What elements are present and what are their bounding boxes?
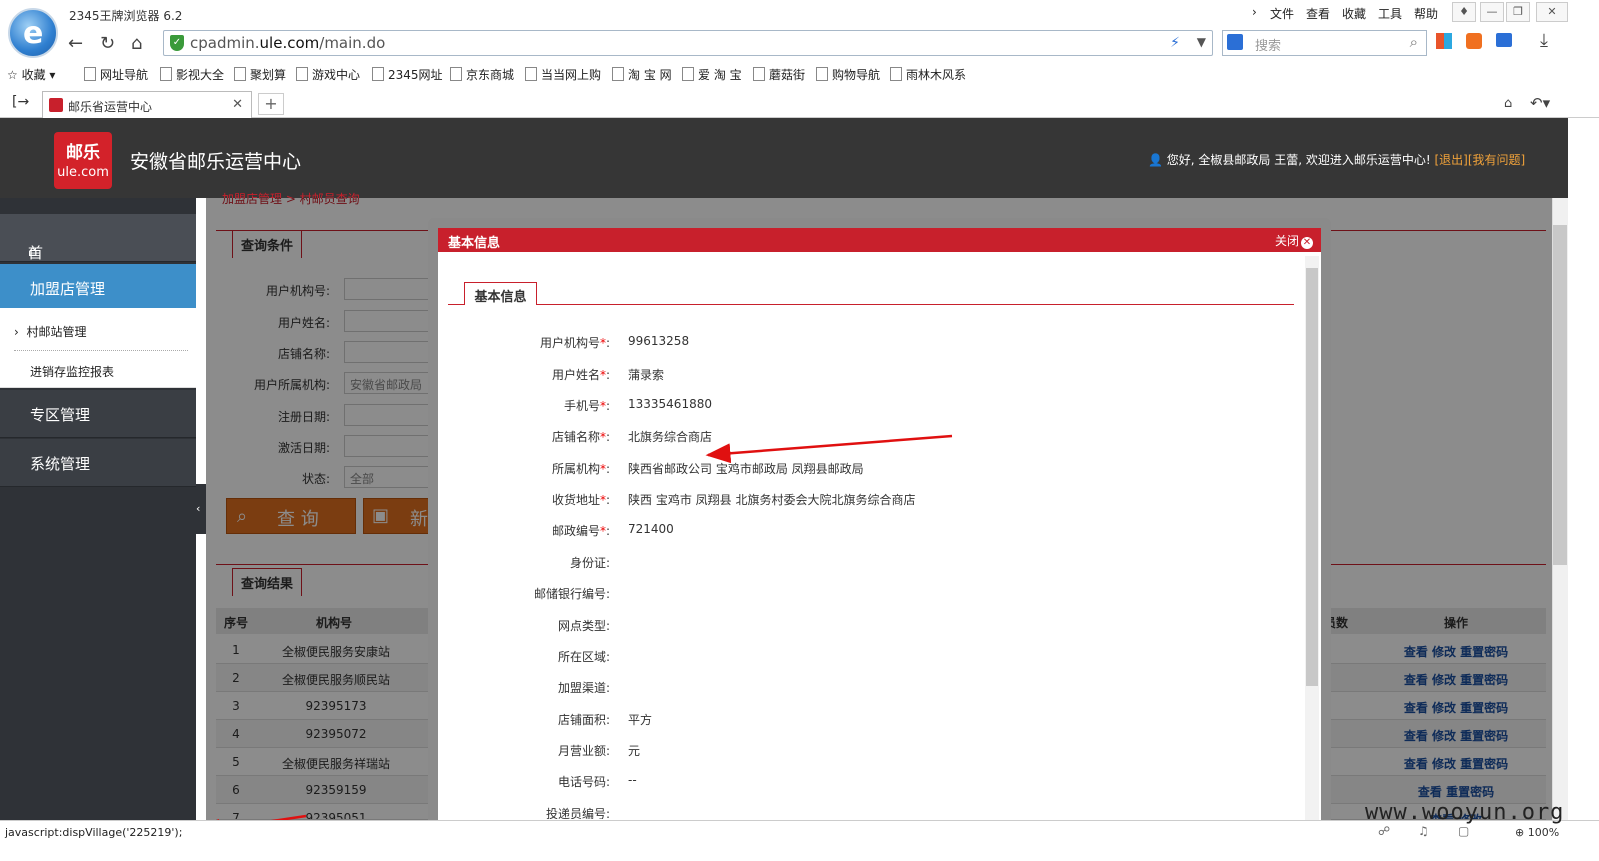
window-icon[interactable]: ▢ — [1458, 824, 1469, 838]
zoom-level[interactable]: ⊕ 100% — [1515, 826, 1559, 839]
status-text: javascript:dispVillage('225219'); — [5, 826, 183, 839]
annotation-arrows — [195, 434, 953, 839]
status-bar: javascript:dispVillage('225219'); ☍ ♫ ▢ … — [0, 820, 1599, 861]
volume-icon[interactable]: ♫ — [1418, 824, 1429, 838]
arrow-to-org — [705, 434, 953, 464]
network-icon[interactable]: ☍ — [1378, 824, 1390, 838]
watermark: www.wooyun.org — [1365, 800, 1565, 825]
